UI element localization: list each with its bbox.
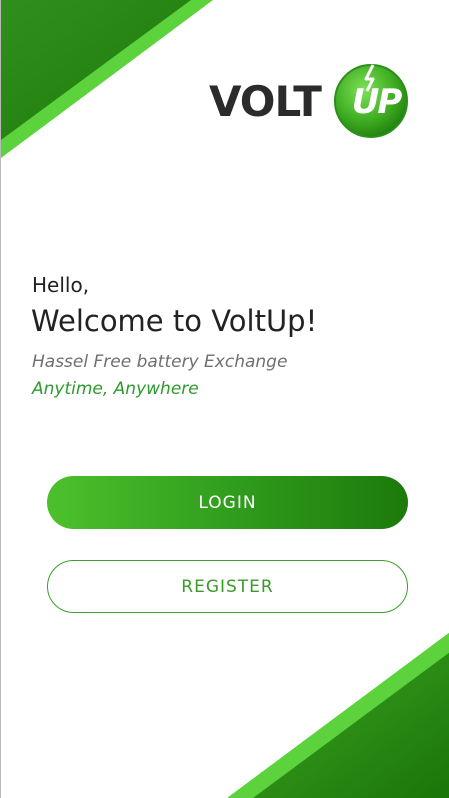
welcome-screen: VOLT UP Hello, Welcome to VoltUp! Hassel… (0, 0, 449, 798)
voltup-logo: VOLT UP (207, 56, 413, 144)
tagline-text: Hassel Free battery Exchange (32, 352, 288, 372)
page-title: Welcome to VoltUp! (31, 304, 318, 338)
logo-wordmark: VOLT (209, 77, 322, 126)
tagline-highlight: Anytime, Anywhere (32, 379, 199, 399)
top-left-triangle (1, 0, 191, 140)
login-button[interactable]: LOGIN (47, 476, 408, 529)
logo-badge-text: UP (351, 82, 403, 122)
register-button[interactable]: REGISTER (47, 560, 408, 613)
greeting-text: Hello, (32, 273, 90, 297)
